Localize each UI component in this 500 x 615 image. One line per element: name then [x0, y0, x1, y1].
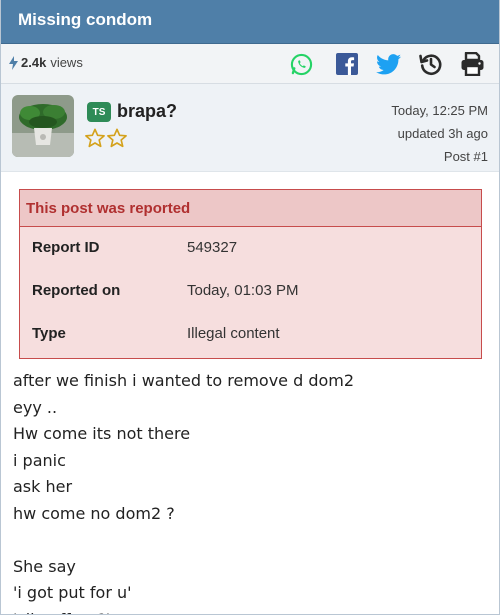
- report-value: Today, 01:03 PM: [187, 282, 299, 299]
- history-icon[interactable]: [418, 51, 444, 77]
- facebook-icon[interactable]: [334, 51, 360, 77]
- post-body-line: hw come no dom2 ?: [13, 503, 175, 523]
- whatsapp-icon[interactable]: [288, 51, 314, 77]
- report-value: 549327: [187, 239, 238, 256]
- post-body-line: She say: [13, 556, 76, 576]
- thread-toolbar: 2.4k views: [1, 44, 499, 84]
- post-body-line: eyy ..: [13, 397, 58, 417]
- post-time: Today, 12:25 PM: [391, 103, 488, 118]
- bolt-icon: [9, 55, 18, 70]
- post-body-line: [13, 527, 489, 554]
- print-icon[interactable]: [459, 51, 485, 77]
- post-content: This post was reported Report ID 549327 …: [1, 172, 499, 615]
- post-body-line: after we finish i wanted to remove d dom…: [13, 371, 355, 390]
- view-count-label: views: [50, 55, 83, 70]
- star-icon: [85, 128, 105, 148]
- thread-title: Missing condom: [18, 10, 153, 29]
- thread-title-bar: Missing condom: [1, 0, 499, 44]
- report-row: Report ID 549327: [20, 227, 481, 269]
- report-value: Illegal content: [187, 325, 280, 342]
- user-badge: TS: [87, 102, 111, 122]
- report-notice: This post was reported Report ID 549327 …: [19, 189, 482, 359]
- report-label: Reported on: [32, 282, 121, 299]
- user-rank-stars: [84, 128, 128, 148]
- report-label: Report ID: [32, 239, 100, 256]
- post-body-line: 'i got put for u': [13, 583, 132, 602]
- username[interactable]: brapa?: [117, 101, 177, 122]
- post-body-line: Hw come its not there: [13, 424, 191, 443]
- report-heading: This post was reported: [20, 190, 481, 227]
- post-number[interactable]: Post #1: [391, 145, 488, 168]
- avatar[interactable]: [12, 95, 74, 157]
- report-row: Type Illegal content: [20, 313, 481, 355]
- report-label: Type: [32, 325, 66, 342]
- star-icon: [107, 128, 127, 148]
- report-row: Reported on Today, 01:03 PM: [20, 270, 481, 312]
- post-header: TS brapa? Today, 12:25 PM updated 3h ago…: [1, 84, 499, 172]
- thread-page: Missing condom 2.4k views TS brapa? Toda…: [0, 0, 500, 615]
- twitter-icon[interactable]: [375, 51, 401, 77]
- post-body-line: i panic: [13, 450, 66, 470]
- view-count-value: 2.4k: [21, 55, 47, 70]
- post-updated: updated 3h ago: [397, 126, 488, 141]
- post-body: after we finish i wanted to remove d dom…: [13, 368, 489, 615]
- post-body-line: ask her: [13, 477, 73, 496]
- post-body-line: 'slip off or ?': [13, 607, 489, 615]
- post-meta: Today, 12:25 PM updated 3h ago Post #1: [391, 99, 488, 168]
- view-count: 2.4k views: [9, 55, 83, 70]
